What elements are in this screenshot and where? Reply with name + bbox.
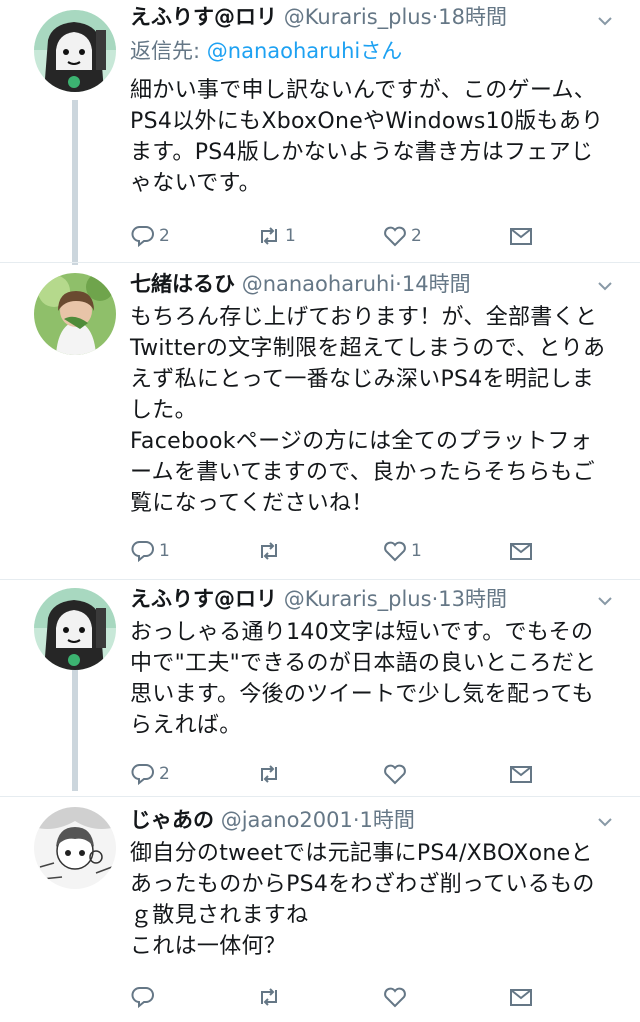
retweet-icon <box>261 765 277 783</box>
tweet-text: おっしゃる通り140文字は短いです。でもその中で"工夫"できるのが日本語の良いと… <box>130 620 597 738</box>
like-icon <box>384 541 406 562</box>
timestamp[interactable]: ·13時間 <box>432 587 507 611</box>
tweet-text: もちろん存じ上げております！が、全部書くとTwitterの文字制限を超えてしまう… <box>130 305 606 516</box>
like-button[interactable]: 2 <box>382 220 422 252</box>
reply-count: 2 <box>159 764 170 784</box>
reply-button[interactable]: 1 <box>130 535 170 567</box>
like-icon <box>384 987 406 1008</box>
avatar[interactable] <box>34 588 116 670</box>
avatar[interactable] <box>34 273 116 355</box>
tweet-actions: 2 <box>130 758 550 790</box>
chevron-down-icon[interactable] <box>596 813 614 831</box>
retweet-button[interactable] <box>256 758 285 790</box>
reply-icon <box>131 764 154 786</box>
like-count: 2 <box>411 226 422 246</box>
chevron-down-icon[interactable] <box>596 12 614 30</box>
like-icon <box>384 764 406 785</box>
like-count: 1 <box>411 541 422 561</box>
tweet-4[interactable]: じゃあの @jaano2001·1時間 御自分のtweetでは元記事にPS4/X… <box>0 797 640 1022</box>
retweet-button[interactable]: 1 <box>256 220 296 252</box>
tweet-actions <box>130 981 550 1013</box>
timestamp[interactable]: ·1時間 <box>353 808 415 832</box>
reply-button[interactable] <box>130 981 159 1013</box>
display-name[interactable]: じゃあの <box>130 808 214 832</box>
share-button[interactable] <box>508 758 534 790</box>
like-button[interactable] <box>382 981 411 1013</box>
share-icon <box>510 228 532 245</box>
chevron-down-icon[interactable] <box>596 592 614 610</box>
retweet-icon <box>261 227 277 245</box>
avatar[interactable] <box>34 10 116 92</box>
reply-icon <box>131 987 154 1009</box>
tweet-text: 細かい事で申し訳ないんですが、このゲーム、PS4以外にもXboxOneやWind… <box>130 78 604 196</box>
share-button[interactable] <box>508 981 534 1013</box>
reply-count: 1 <box>159 541 170 561</box>
reply-to-mention[interactable]: @nanaoharuhiさん <box>207 39 402 63</box>
reply-count: 2 <box>159 226 170 246</box>
timestamp[interactable]: ·14時間 <box>395 272 470 296</box>
retweet-icon <box>261 988 277 1006</box>
user-handle[interactable]: @jaano2001 <box>221 808 353 832</box>
reply-button[interactable]: 2 <box>130 220 170 252</box>
chevron-down-icon[interactable] <box>596 277 614 295</box>
user-handle[interactable]: @nanaoharuhi <box>242 272 395 296</box>
avatar[interactable] <box>34 807 116 889</box>
like-icon <box>384 226 406 247</box>
like-button[interactable]: 1 <box>382 535 422 567</box>
tweet-text: 御自分のtweetでは元記事にPS4/XBOXoneとあったものからPS4をわざ… <box>130 841 595 959</box>
user-handle[interactable]: @Kuraris_plus <box>284 587 432 611</box>
retweet-button[interactable] <box>256 981 285 1013</box>
tweet-actions: 2 1 2 <box>130 220 550 252</box>
reply-button[interactable]: 2 <box>130 758 170 790</box>
reply-to-label: 返信先: <box>130 39 207 63</box>
share-icon <box>510 989 532 1006</box>
share-icon <box>510 766 532 783</box>
display-name[interactable]: えふりす@ロリ <box>130 587 277 611</box>
reply-to: 返信先: @nanaoharuhiさん <box>130 36 402 66</box>
tweet-1[interactable]: えふりす@ロリ @Kuraris_plus·18時間 返信先: @nanaoha… <box>0 0 640 260</box>
retweet-button[interactable] <box>256 535 285 567</box>
share-button[interactable] <box>508 535 534 567</box>
retweet-icon <box>261 542 277 560</box>
retweet-count: 1 <box>285 226 296 246</box>
reply-icon <box>131 541 154 563</box>
display-name[interactable]: えふりす@ロリ <box>130 5 277 29</box>
tweet-actions: 1 1 <box>130 535 550 567</box>
share-button[interactable] <box>508 220 534 252</box>
display-name[interactable]: 七緒はるひ <box>130 272 235 296</box>
user-handle[interactable]: @Kuraris_plus <box>284 5 432 29</box>
share-icon <box>510 543 532 560</box>
timestamp[interactable]: ·18時間 <box>432 5 507 29</box>
reply-icon <box>131 226 154 248</box>
like-button[interactable] <box>382 758 411 790</box>
tweet-3[interactable]: えふりす@ロリ @Kuraris_plus·13時間 おっしゃる通り140文字は… <box>0 580 640 795</box>
tweet-2[interactable]: 七緒はるひ @nanaoharuhi·14時間 もちろん存じ上げております！が、… <box>0 263 640 580</box>
